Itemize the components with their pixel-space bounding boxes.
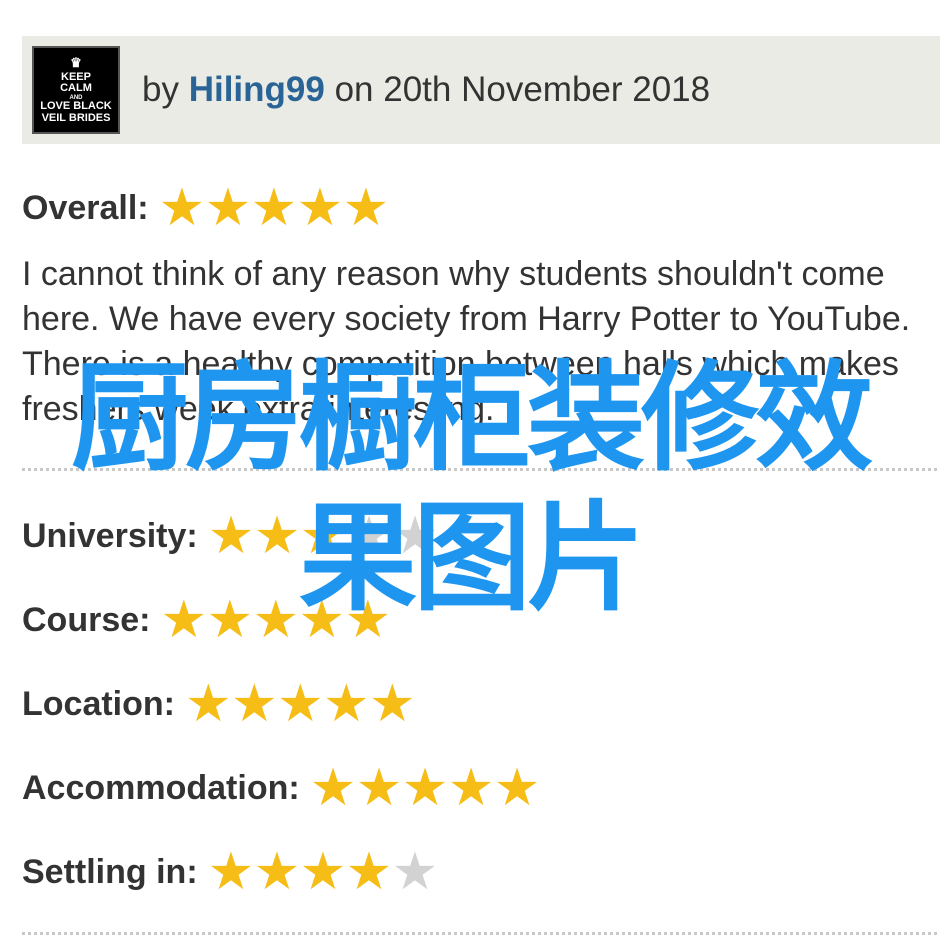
rating-label: Course: xyxy=(22,600,151,639)
star-filled-icon: ★ xyxy=(401,759,449,817)
star-filled-icon: ★ xyxy=(204,179,252,237)
rating-row-university: University: ★ ★ ★ ★ ★ xyxy=(22,510,438,562)
review-byline: by Hiling99 on 20th November 2018 xyxy=(142,70,710,110)
star-empty-icon: ★ xyxy=(391,507,439,565)
star-filled-icon: ★ xyxy=(298,591,346,649)
review-text: I cannot think of any reason why student… xyxy=(22,255,911,428)
rating-stars: ★ ★ ★ ★ ★ xyxy=(309,759,541,817)
star-filled-icon: ★ xyxy=(253,843,301,901)
avatar-text-calm: CALM xyxy=(60,82,92,95)
star-filled-icon: ★ xyxy=(299,843,347,901)
star-filled-icon: ★ xyxy=(296,179,344,237)
star-filled-icon: ★ xyxy=(345,843,393,901)
star-filled-icon: ★ xyxy=(230,675,278,733)
star-filled-icon: ★ xyxy=(160,591,208,649)
star-filled-icon: ★ xyxy=(368,675,416,733)
overall-rating: Overall: ★ ★ ★ ★ ★ xyxy=(22,182,389,234)
rating-label: Accommodation: xyxy=(22,768,300,807)
crown-icon: ♛ xyxy=(70,54,82,70)
rating-row-settling-in: Settling in: ★ ★ ★ ★ ★ xyxy=(22,846,438,898)
star-filled-icon: ★ xyxy=(493,759,541,817)
rating-label: Location: xyxy=(22,684,175,723)
rating-stars: ★ ★ ★ ★ ★ xyxy=(160,591,392,649)
star-filled-icon: ★ xyxy=(322,675,370,733)
star-filled-icon: ★ xyxy=(276,675,324,733)
star-filled-icon: ★ xyxy=(158,179,206,237)
rating-row-location: Location: ★ ★ ★ ★ ★ xyxy=(22,675,416,733)
rating-stars: ★ ★ ★ ★ ★ xyxy=(207,843,439,901)
star-empty-icon: ★ xyxy=(345,507,393,565)
star-filled-icon: ★ xyxy=(252,591,300,649)
rating-row-accommodation: Accommodation: ★ ★ ★ ★ ★ xyxy=(22,762,540,814)
user-avatar[interactable]: ♛ KEEP CALM AND LOVE BLACK VEIL BRIDES xyxy=(32,46,120,134)
star-filled-icon: ★ xyxy=(355,759,403,817)
rating-stars: ★ ★ ★ ★ ★ xyxy=(207,507,439,565)
rating-label: University: xyxy=(22,516,198,555)
review-date: on 20th November 2018 xyxy=(334,70,711,109)
star-filled-icon: ★ xyxy=(207,507,255,565)
overall-label: Overall: xyxy=(22,188,149,227)
star-filled-icon: ★ xyxy=(250,179,298,237)
by-prefix: by xyxy=(142,70,179,109)
overall-stars: ★ ★ ★ ★ ★ xyxy=(158,179,390,237)
divider xyxy=(22,468,937,471)
star-filled-icon: ★ xyxy=(207,843,255,901)
avatar-text-veil: VEIL BRIDES xyxy=(41,111,111,124)
divider xyxy=(22,932,937,935)
star-empty-icon: ★ xyxy=(391,843,439,901)
star-filled-icon: ★ xyxy=(253,507,301,565)
star-filled-icon: ★ xyxy=(342,179,390,237)
review-header: ♛ KEEP CALM AND LOVE BLACK VEIL BRIDES b… xyxy=(22,36,940,144)
avatar-text-love: LOVE BLACK xyxy=(40,99,112,112)
star-filled-icon: ★ xyxy=(344,591,392,649)
star-filled-icon: ★ xyxy=(299,507,347,565)
star-filled-icon: ★ xyxy=(206,591,254,649)
star-filled-icon: ★ xyxy=(184,675,232,733)
username-link[interactable]: Hiling99 xyxy=(189,70,325,109)
rating-row-course: Course: ★ ★ ★ ★ ★ xyxy=(22,591,392,649)
rating-stars: ★ ★ ★ ★ ★ xyxy=(184,675,416,733)
star-filled-icon: ★ xyxy=(447,759,495,817)
rating-label: Settling in: xyxy=(22,852,198,891)
star-filled-icon: ★ xyxy=(309,759,357,817)
